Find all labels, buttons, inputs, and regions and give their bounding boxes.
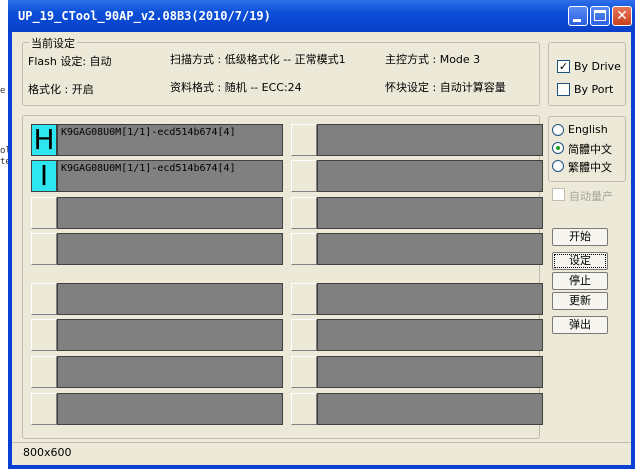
port-status-bar bbox=[317, 197, 543, 229]
traditional-chinese-radio[interactable] bbox=[552, 160, 564, 172]
port-status-bar bbox=[317, 283, 543, 315]
close-icon: ✕ bbox=[616, 8, 628, 24]
port-status-bar bbox=[317, 356, 543, 388]
traditional-chinese-label[interactable]: 繁體中文 bbox=[568, 159, 612, 175]
auto-mass-production-checkbox[interactable] bbox=[552, 188, 565, 201]
port-status-bar bbox=[317, 233, 543, 265]
simplified-chinese-radio[interactable] bbox=[552, 142, 564, 154]
port-slot-button[interactable] bbox=[291, 160, 317, 192]
port-letter: I bbox=[39, 159, 49, 192]
window-title: UP_19_CTool_90AP_v2.08B3(2010/7/19) bbox=[18, 9, 271, 23]
eject-button[interactable]: 弹出 bbox=[552, 316, 608, 334]
auto-mass-production-label: 自动量产 bbox=[569, 190, 613, 203]
minimize-icon bbox=[573, 19, 581, 22]
port-status-bar: K9GAG08U0M[1/1]-ecd514b674[4] bbox=[57, 124, 283, 156]
stop-button[interactable]: 停止 bbox=[552, 272, 608, 290]
port-slot-button[interactable] bbox=[31, 283, 57, 315]
port-slot-button[interactable] bbox=[291, 393, 317, 425]
client-area: 当前设定 Flash 设定: 自动 扫描方式 : 低级格式化 -- 正常模式1 … bbox=[12, 32, 631, 465]
simplified-chinese-label[interactable]: 简體中文 bbox=[568, 141, 612, 157]
port-status-bar bbox=[317, 393, 543, 425]
port-slot-button[interactable] bbox=[291, 283, 317, 315]
port-slot-button[interactable] bbox=[31, 319, 57, 351]
app-window: UP_19_CTool_90AP_v2.08B3(2010/7/19) ✕ 当前… bbox=[8, 0, 635, 469]
port-status-bar bbox=[57, 233, 283, 265]
refresh-button[interactable]: 更新 bbox=[552, 292, 608, 310]
english-radio[interactable] bbox=[552, 124, 564, 136]
maximize-button[interactable] bbox=[590, 6, 610, 26]
by-port-checkbox[interactable] bbox=[557, 83, 570, 96]
by-port-label[interactable]: By Port bbox=[574, 83, 613, 96]
controller-mode-label: 主控方式 : Mode 3 bbox=[385, 53, 481, 66]
bad-block-label: 怀块设定 : 自动计算容量 bbox=[385, 81, 506, 94]
port-status-bar bbox=[317, 319, 543, 351]
port-device-text: K9GAG08U0M[1/1]-ecd514b674[4] bbox=[61, 127, 236, 138]
by-drive-checkbox[interactable]: ✓ bbox=[557, 60, 570, 73]
port-slot-button[interactable]: I bbox=[31, 160, 57, 192]
format-label: 格式化 : 开启 bbox=[28, 83, 94, 96]
data-format-label: 资料格式 : 随机 -- ECC:24 bbox=[170, 81, 302, 94]
status-bar: 800x600 bbox=[12, 442, 631, 466]
port-slot-button[interactable]: H bbox=[31, 124, 57, 156]
scan-mode-label: 扫描方式 : 低级格式化 -- 正常模式1 bbox=[170, 53, 346, 66]
port-status-bar bbox=[57, 197, 283, 229]
port-slot-button[interactable] bbox=[31, 197, 57, 229]
port-status-bar bbox=[57, 283, 283, 315]
port-slot-button[interactable] bbox=[31, 233, 57, 265]
start-button[interactable]: 开始 bbox=[552, 228, 608, 246]
resolution-label: 800x600 bbox=[23, 446, 72, 459]
port-slot-button[interactable] bbox=[31, 393, 57, 425]
drive-mode-group bbox=[548, 42, 626, 106]
port-letter: H bbox=[33, 123, 55, 156]
english-label[interactable]: English bbox=[568, 123, 608, 136]
port-slot-button[interactable] bbox=[291, 356, 317, 388]
port-status-bar bbox=[57, 319, 283, 351]
port-slot-button[interactable] bbox=[291, 197, 317, 229]
flash-setting-label: Flash 设定: 自动 bbox=[28, 55, 112, 68]
port-device-text: K9GAG08U0M[1/1]-ecd514b674[4] bbox=[61, 163, 236, 174]
port-slot-button[interactable] bbox=[31, 356, 57, 388]
port-slot-button[interactable] bbox=[291, 124, 317, 156]
minimize-button[interactable] bbox=[568, 6, 588, 26]
port-status-bar bbox=[317, 160, 543, 192]
port-status-bar bbox=[317, 124, 543, 156]
settings-button[interactable]: 设定 bbox=[552, 252, 608, 270]
port-slot-button[interactable] bbox=[291, 233, 317, 265]
port-status-bar bbox=[57, 393, 283, 425]
port-slot-button[interactable] bbox=[291, 319, 317, 351]
maximize-icon bbox=[594, 10, 606, 21]
port-status-bar: K9GAG08U0M[1/1]-ecd514b674[4] bbox=[57, 160, 283, 192]
group-legend: 当前设定 bbox=[29, 35, 77, 51]
title-bar[interactable]: UP_19_CTool_90AP_v2.08B3(2010/7/19) ✕ bbox=[8, 0, 635, 32]
radio-selected-dot bbox=[556, 146, 560, 150]
close-button[interactable]: ✕ bbox=[612, 6, 632, 26]
port-status-bar bbox=[57, 356, 283, 388]
by-drive-label[interactable]: By Drive bbox=[574, 60, 621, 73]
